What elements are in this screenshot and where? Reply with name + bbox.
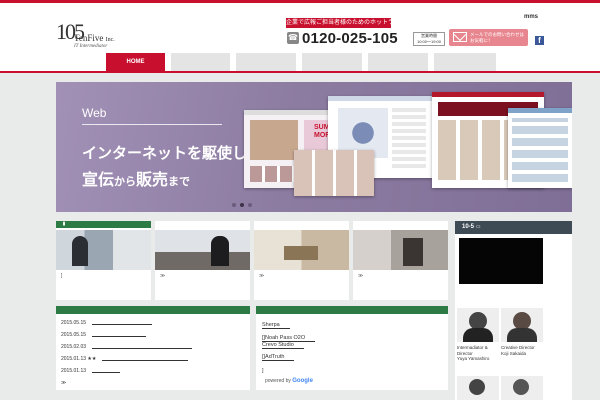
staff-photo[interactable] (457, 376, 499, 400)
staff-photo[interactable] (501, 308, 543, 342)
card-more-link[interactable]: ≫ (160, 273, 165, 279)
main-nav: HOME (106, 53, 496, 71)
hero-screenshots: SUMMER MORE! SALE (244, 92, 572, 202)
staff-photo[interactable] (457, 308, 499, 342)
google-powered: powered by Google (265, 378, 313, 384)
slider-pagination (232, 203, 292, 208)
partner-link[interactable]: ] (262, 368, 274, 374)
news-row[interactable]: 2015.05.15 (61, 320, 153, 326)
card-image (155, 230, 250, 270)
logo-brand: TenFive Inc. (74, 33, 115, 43)
video-player[interactable] (459, 238, 543, 284)
news-header (56, 306, 250, 314)
slider-dot[interactable] (232, 203, 236, 207)
sidebar: 10-5 ▭ Intermadiator & Director Yuya Yam… (455, 221, 572, 400)
staff-photo[interactable] (501, 376, 543, 400)
news-row[interactable]: 2015.05.15 (61, 332, 147, 338)
news-more-link[interactable]: ≫ (61, 380, 66, 386)
hero-divider (82, 124, 222, 125)
feature-card[interactable]: ▮ ] (56, 221, 151, 300)
facebook-icon[interactable]: f (535, 36, 544, 45)
partner-link[interactable]: []Noah Pass O2O (262, 335, 316, 342)
slider-dot[interactable] (248, 203, 252, 207)
nav-tab-6[interactable] (434, 53, 496, 71)
nav-underline (0, 71, 600, 73)
feature-card[interactable]: ≫ (155, 221, 250, 300)
hero-headline-1: インターネットを駆使して (82, 145, 262, 162)
hero-slider[interactable]: Web インターネットを駆使して 宣伝から販売まで SUMMER MORE! S… (56, 82, 572, 212)
card-more-link[interactable]: ≫ (358, 273, 363, 279)
tv-icon: ▭ (475, 224, 481, 230)
staff-caption: Creative Director Koji Sakaida (501, 345, 535, 356)
mail-contact-label: メールでのお問い合わせはお気軽に！ (470, 32, 524, 43)
logo[interactable]: 105 TenFive Inc. IT Intermediator (56, 17, 126, 53)
phone-number[interactable]: 0120-025-105 (302, 30, 398, 47)
card-image (353, 230, 448, 270)
screenshot-people (294, 150, 374, 196)
links-header (256, 306, 448, 314)
partner-link[interactable]: Crevo Studio (262, 342, 304, 349)
business-hours: 営業時間 10:00〜19:00 (413, 32, 445, 46)
partner-links-panel: Sherpa []Noah Pass O2O Crevo Studio []Ad… (256, 306, 448, 390)
sidebar-header: 10-5 ▭ (455, 221, 572, 234)
news-row[interactable]: 2015.01.13 ★★ (61, 356, 189, 362)
phone-icon: ☎ (287, 32, 299, 44)
staff-caption: Intermadiator & Director Yuya Yamashiro (457, 345, 490, 361)
nav-tab-3[interactable] (236, 53, 296, 71)
partner-link[interactable]: []AdTruth (262, 354, 295, 361)
feature-card[interactable]: ≫ (353, 221, 448, 300)
news-row[interactable]: 2015.01.13 (61, 368, 121, 374)
slider-dot-active[interactable] (240, 203, 244, 207)
news-panel: 2015.05.15 2015.05.15 2015.02.03 2015.01… (56, 306, 250, 390)
card-text: ] (61, 273, 63, 279)
logo-subtitle: IT Intermediator (74, 44, 108, 49)
nav-tab-5[interactable] (368, 53, 428, 71)
card-more-link[interactable]: ≫ (259, 273, 264, 279)
hero-headline-2: 宣伝から販売まで (82, 172, 191, 189)
top-link[interactable]: mms (524, 14, 538, 20)
envelope-icon (453, 32, 467, 42)
news-row[interactable]: 2015.02.03 (61, 344, 193, 350)
nav-tab-2[interactable] (171, 53, 230, 71)
nav-tab-home[interactable]: HOME (106, 53, 165, 71)
nav-tab-4[interactable] (302, 53, 362, 71)
hotline-tagline: 企業で広報ご担当者様のためのホットライン (286, 18, 391, 28)
partner-link[interactable]: Sherpa (262, 322, 290, 329)
feature-cards: ▮ ] ≫ ≫ ≫ (56, 221, 448, 301)
mail-contact-button[interactable]: メールでのお問い合わせはお気軽に！ (449, 29, 528, 46)
card-image (254, 230, 349, 270)
card-image (56, 230, 151, 270)
card-badge-icon: ▮ (59, 221, 69, 228)
feature-card[interactable]: ≫ (254, 221, 349, 300)
hero-category: Web (82, 106, 107, 120)
screenshot-site-right (508, 108, 572, 188)
